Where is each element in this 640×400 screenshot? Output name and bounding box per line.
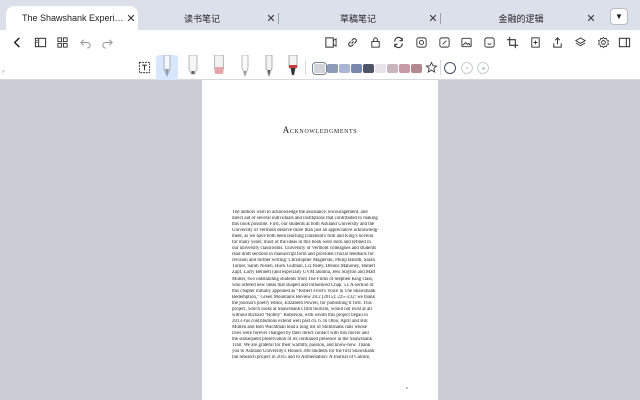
close-icon[interactable]: ✕	[584, 12, 598, 25]
undo-icon[interactable]	[78, 35, 92, 49]
tab-title: 草稿笔记	[339, 13, 376, 24]
tab-title: The Shawshank Experi…	[22, 13, 124, 23]
stroke-size-small[interactable]	[444, 62, 456, 74]
tab-shawshank[interactable]: The Shawshank Experi… ✕	[6, 6, 138, 30]
document-page[interactable]: Acknowledgments The authors wish to ackn…	[202, 80, 438, 400]
insert-page-icon[interactable]	[528, 35, 542, 49]
image-icon[interactable]	[459, 35, 473, 49]
ballpoint-pen-tool[interactable]	[258, 54, 280, 80]
sync-icon[interactable]	[391, 35, 405, 49]
color-swatch[interactable]	[399, 64, 410, 73]
marker-tool[interactable]	[282, 54, 304, 80]
star-icon[interactable]	[424, 60, 438, 74]
color-swatch[interactable]	[387, 64, 398, 73]
color-swatch[interactable]	[339, 64, 350, 73]
document-icon[interactable]	[323, 35, 337, 49]
sticker-icon[interactable]	[482, 35, 496, 49]
color-swatch[interactable]	[327, 64, 338, 73]
page-number: v	[405, 385, 408, 390]
main-toolbar	[0, 30, 640, 55]
tab-separator	[278, 13, 279, 24]
text-tool-icon[interactable]	[137, 60, 151, 74]
close-icon[interactable]: ✕	[264, 12, 278, 25]
toolbar-divider	[305, 60, 306, 75]
lock-icon[interactable]	[368, 35, 382, 49]
close-icon[interactable]: ✕	[426, 12, 440, 25]
tab-separator	[440, 13, 441, 24]
fountain-pen-tool[interactable]	[156, 54, 178, 80]
tab-bar: The Shawshank Experi… ✕ 读书笔记 ✕ 草稿笔记 ✕ 金融…	[0, 0, 640, 30]
layers-icon[interactable]	[573, 35, 587, 49]
share-icon[interactable]	[550, 35, 564, 49]
stroke-size-large[interactable]	[477, 62, 489, 74]
tab-title: 金融的逻辑	[498, 13, 544, 24]
crop-icon[interactable]	[505, 35, 519, 49]
tab-reading-notes[interactable]: 读书笔记 ✕	[140, 6, 279, 30]
tabs-dropdown-button[interactable]: ▼	[610, 8, 628, 25]
redo-icon[interactable]	[100, 35, 114, 49]
color-swatch[interactable]	[375, 64, 386, 73]
tab-title: 读书笔记	[183, 13, 220, 24]
settings-icon[interactable]	[596, 35, 610, 49]
page-body-text: The authors wish to acknowledge the assi…	[232, 210, 408, 361]
color-swatch[interactable]	[351, 64, 362, 73]
edit-icon[interactable]	[437, 35, 451, 49]
text-line: fan research project in 2015 and to Alim…	[232, 355, 371, 361]
pen-toolbar	[0, 54, 640, 80]
stroke-size-medium[interactable]	[461, 62, 473, 74]
back-icon[interactable]	[10, 35, 24, 49]
collapse-corner-icon[interactable]: ⌜	[2, 70, 5, 78]
color-swatch[interactable]	[312, 62, 327, 75]
toolbar-divider	[440, 60, 441, 75]
eraser-tool[interactable]	[208, 54, 230, 80]
page-title: Acknowledgments	[282, 125, 358, 135]
tab-finance-logic[interactable]: 金融的逻辑 ✕	[458, 6, 598, 30]
pencil-tool[interactable]	[234, 54, 256, 80]
color-swatch[interactable]	[411, 64, 422, 73]
sidebar-icon[interactable]	[33, 35, 47, 49]
panel-icon[interactable]	[617, 35, 631, 49]
color-swatch[interactable]	[363, 64, 374, 73]
highlighter-tool[interactable]	[182, 54, 204, 80]
grid-icon[interactable]	[55, 35, 69, 49]
link-icon[interactable]	[345, 35, 359, 49]
close-icon[interactable]: ✕	[124, 12, 138, 25]
target-icon[interactable]	[414, 35, 428, 49]
tab-draft-notes[interactable]: 草稿笔记 ✕	[290, 6, 441, 30]
